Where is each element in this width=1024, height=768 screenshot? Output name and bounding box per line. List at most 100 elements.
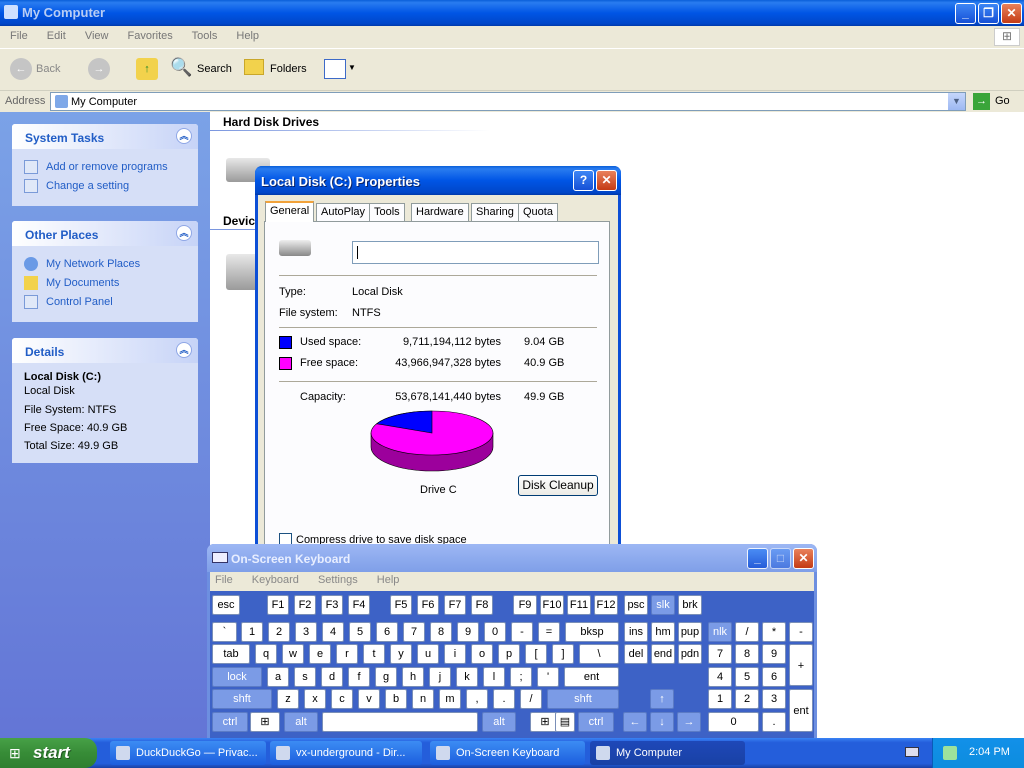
help-button[interactable]: ? bbox=[573, 170, 594, 191]
tab-tools[interactable]: Tools bbox=[369, 203, 405, 221]
osk-key-space[interactable] bbox=[322, 712, 478, 732]
osk-key-c[interactable]: c bbox=[331, 689, 353, 709]
osk-key-g[interactable]: g bbox=[375, 667, 397, 687]
tab-hardware[interactable]: Hardware bbox=[411, 203, 469, 221]
restore-button[interactable]: ❐ bbox=[978, 3, 999, 24]
osk-key-l[interactable]: l bbox=[483, 667, 505, 687]
osk-key-9[interactable]: 9 bbox=[457, 622, 479, 642]
views-icon[interactable] bbox=[324, 59, 346, 79]
folders-icon[interactable] bbox=[244, 59, 264, 75]
tab-autoplay[interactable]: AutoPlay bbox=[316, 203, 371, 221]
close-button[interactable]: ✕ bbox=[793, 548, 814, 569]
osk-key-+[interactable]: + bbox=[789, 644, 813, 686]
osk-key-ins[interactable]: ins bbox=[624, 622, 648, 642]
osk-key-brk[interactable]: brk bbox=[678, 595, 702, 615]
osk-key-0[interactable]: 0 bbox=[708, 712, 759, 732]
taskbar-item-vx-underground[interactable]: vx-underground - Dir... bbox=[270, 741, 422, 765]
osk-key-t[interactable]: t bbox=[363, 644, 385, 664]
osk-key-F12[interactable]: F12 bbox=[594, 595, 618, 615]
tab-general[interactable]: General bbox=[265, 201, 315, 222]
osk-key-lock[interactable]: lock bbox=[212, 667, 262, 687]
menu-edit[interactable]: Edit bbox=[47, 30, 66, 42]
osk-key-[[interactable]: [ bbox=[525, 644, 547, 664]
collapse-chevron-icon[interactable]: ︽ bbox=[176, 342, 192, 358]
osk-key-F3[interactable]: F3 bbox=[321, 595, 343, 615]
osk-key-6[interactable]: 6 bbox=[376, 622, 398, 642]
add-remove-programs-link[interactable]: Add or remove programs bbox=[24, 160, 198, 174]
collapse-chevron-icon[interactable]: ︽ bbox=[176, 128, 192, 144]
osk-key-1[interactable]: 1 bbox=[708, 689, 732, 709]
osk-key-f[interactable]: f bbox=[348, 667, 370, 687]
start-button[interactable]: ⊞ start bbox=[0, 738, 97, 768]
osk-key-pdn[interactable]: pdn bbox=[678, 644, 702, 664]
osk-key-a[interactable]: a bbox=[267, 667, 289, 687]
osk-key-p[interactable]: p bbox=[498, 644, 520, 664]
osk-key-;[interactable]: ; bbox=[510, 667, 532, 687]
my-documents-link[interactable]: My Documents bbox=[24, 276, 198, 290]
osk-key-pup[interactable]: pup bbox=[678, 622, 702, 642]
disk-cleanup-button[interactable]: Disk Cleanup bbox=[518, 475, 598, 496]
osk-key-esc[interactable]: esc bbox=[212, 595, 240, 615]
back-arrow-icon[interactable]: ← bbox=[10, 58, 32, 80]
volume-label-input[interactable] bbox=[352, 241, 599, 264]
osk-key-ent[interactable]: ent bbox=[564, 667, 619, 687]
osk-key-F9[interactable]: F9 bbox=[513, 595, 537, 615]
osk-key-tab[interactable]: tab bbox=[212, 644, 250, 664]
go-arrow-icon[interactable]: → bbox=[973, 93, 990, 110]
osk-key-ctrl[interactable]: ctrl bbox=[578, 712, 614, 732]
osk-key-j[interactable]: j bbox=[429, 667, 451, 687]
back-button-label[interactable]: Back bbox=[36, 63, 60, 75]
osk-key-0[interactable]: 0 bbox=[484, 622, 506, 642]
collapse-chevron-icon[interactable]: ︽ bbox=[176, 225, 192, 241]
osk-key-b[interactable]: b bbox=[385, 689, 407, 709]
osk-key-i[interactable]: i bbox=[444, 644, 466, 664]
osk-key-,[interactable]: , bbox=[466, 689, 488, 709]
osk-key-`[interactable]: ` bbox=[212, 622, 237, 642]
osk-key-F11[interactable]: F11 bbox=[567, 595, 591, 615]
osk-key-1[interactable]: 1 bbox=[241, 622, 263, 642]
osk-key-8[interactable]: 8 bbox=[735, 644, 759, 664]
osk-key-nlk[interactable]: nlk bbox=[708, 622, 732, 642]
osk-key-o[interactable]: o bbox=[471, 644, 493, 664]
osk-key-/[interactable]: / bbox=[735, 622, 759, 642]
osk-key-3[interactable]: 3 bbox=[762, 689, 786, 709]
osk-key-bksp[interactable]: bksp bbox=[565, 622, 619, 642]
osk-key-x[interactable]: x bbox=[304, 689, 326, 709]
osk-key-↑[interactable]: ↑ bbox=[650, 689, 674, 709]
windows-key[interactable]: ⊞ bbox=[250, 712, 280, 732]
osk-key-w[interactable]: w bbox=[282, 644, 304, 664]
osk-key-4[interactable]: 4 bbox=[322, 622, 344, 642]
osk-key-menu[interactable]: ▤ bbox=[555, 712, 575, 732]
osk-key-s[interactable]: s bbox=[294, 667, 316, 687]
osk-key-k[interactable]: k bbox=[456, 667, 478, 687]
go-button-label[interactable]: Go bbox=[995, 95, 1010, 107]
osk-key-→[interactable]: → bbox=[677, 712, 701, 732]
osk-key-8[interactable]: 8 bbox=[430, 622, 452, 642]
osk-key-9[interactable]: 9 bbox=[762, 644, 786, 664]
change-setting-link[interactable]: Change a setting bbox=[24, 179, 198, 193]
osk-key-F7[interactable]: F7 bbox=[444, 595, 466, 615]
close-button[interactable]: ✕ bbox=[1001, 3, 1022, 24]
osk-key-↓[interactable]: ↓ bbox=[650, 712, 674, 732]
osk-key-F6[interactable]: F6 bbox=[417, 595, 439, 615]
osk-key-=[interactable]: = bbox=[538, 622, 560, 642]
osk-key-alt[interactable]: alt bbox=[482, 712, 516, 732]
osk-key-7[interactable]: 7 bbox=[708, 644, 732, 664]
osk-key-F8[interactable]: F8 bbox=[471, 595, 493, 615]
taskbar-item-osk[interactable]: On-Screen Keyboard bbox=[430, 741, 585, 765]
search-icon[interactable]: 🔍 bbox=[170, 57, 192, 78]
network-tray-icon[interactable] bbox=[943, 746, 957, 760]
osk-key-.[interactable]: . bbox=[493, 689, 515, 709]
osk-key-q[interactable]: q bbox=[255, 644, 277, 664]
up-folder-icon[interactable]: ↑ bbox=[136, 58, 158, 80]
osk-key-/[interactable]: / bbox=[520, 689, 542, 709]
osk-key-.[interactable]: . bbox=[762, 712, 786, 732]
address-dropdown-icon[interactable]: ▼ bbox=[948, 93, 965, 110]
menu-help[interactable]: Help bbox=[236, 30, 259, 42]
forward-arrow-icon[interactable]: → bbox=[88, 58, 110, 80]
osk-key-F2[interactable]: F2 bbox=[294, 595, 316, 615]
minimize-button[interactable]: _ bbox=[747, 548, 768, 569]
osk-key-5[interactable]: 5 bbox=[349, 622, 371, 642]
osk-key-F10[interactable]: F10 bbox=[540, 595, 564, 615]
tab-quota[interactable]: Quota bbox=[518, 203, 558, 221]
